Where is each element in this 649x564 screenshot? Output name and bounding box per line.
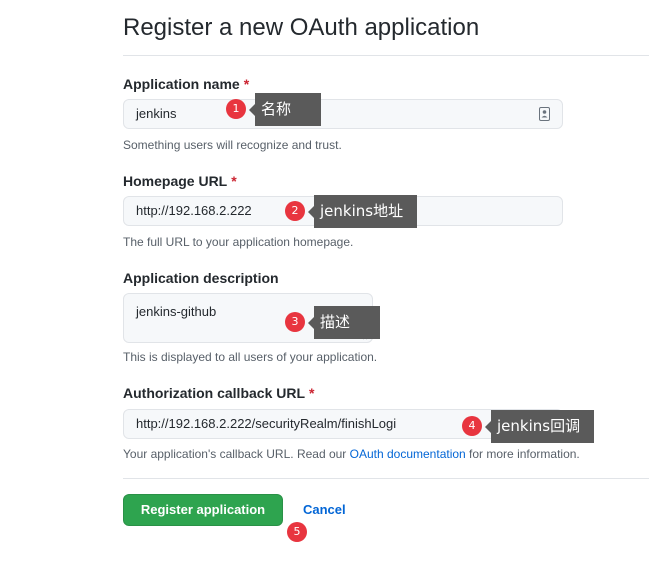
callback-hint: Your application's callback URL. Read ou… bbox=[123, 447, 580, 461]
title-divider bbox=[123, 55, 649, 56]
description-label-text: Application description bbox=[123, 270, 279, 286]
register-application-button[interactable]: Register application bbox=[123, 494, 283, 526]
annotation-marker-4: 4 bbox=[462, 416, 482, 436]
required-asterisk: * bbox=[309, 385, 315, 401]
callback-hint-after: for more information. bbox=[465, 447, 580, 461]
annotation-marker-1: 1 bbox=[226, 99, 246, 119]
annotation-marker-3: 3 bbox=[285, 312, 305, 332]
required-asterisk: * bbox=[231, 173, 237, 189]
callback-hint-before: Your application's callback URL. Read ou… bbox=[123, 447, 350, 461]
app-name-hint: Something users will recognize and trust… bbox=[123, 138, 342, 152]
description-label: Application description bbox=[123, 270, 279, 286]
callback-label-text: Authorization callback URL bbox=[123, 385, 306, 401]
annotation-callout-2: jenkins地址 bbox=[308, 195, 417, 228]
annotation-marker-5: 5 bbox=[287, 522, 307, 542]
annotation-callout-4: jenkins回调 bbox=[485, 410, 594, 443]
page-title: Register a new OAuth application bbox=[123, 14, 480, 41]
cancel-button[interactable]: Cancel bbox=[303, 502, 346, 517]
description-hint: This is displayed to all users of your a… bbox=[123, 350, 378, 364]
homepage-hint: The full URL to your application homepag… bbox=[123, 235, 354, 249]
app-name-value: jenkins bbox=[136, 106, 177, 121]
app-name-label-text: Application name bbox=[123, 76, 240, 92]
homepage-label-text: Homepage URL bbox=[123, 173, 228, 189]
app-name-input[interactable]: jenkins bbox=[123, 99, 563, 129]
homepage-value: http://192.168.2.222 bbox=[136, 203, 252, 218]
annotation-callout-3: 描述 bbox=[308, 306, 380, 339]
actions-divider bbox=[123, 478, 649, 479]
contact-card-icon[interactable] bbox=[539, 107, 550, 121]
oauth-app-register-page: Register a new OAuth application Applica… bbox=[0, 0, 649, 564]
annotation-callout-1: 名称 bbox=[249, 93, 321, 126]
oauth-documentation-link[interactable]: OAuth documentation bbox=[350, 447, 466, 461]
homepage-label: Homepage URL * bbox=[123, 173, 237, 189]
annotation-marker-2: 2 bbox=[285, 201, 305, 221]
description-value: jenkins-github bbox=[136, 304, 217, 319]
required-asterisk: * bbox=[243, 76, 250, 92]
callback-label: Authorization callback URL * bbox=[123, 385, 314, 401]
app-name-label: Application name * bbox=[123, 76, 249, 92]
callback-value: http://192.168.2.222/securityRealm/finis… bbox=[136, 416, 397, 431]
